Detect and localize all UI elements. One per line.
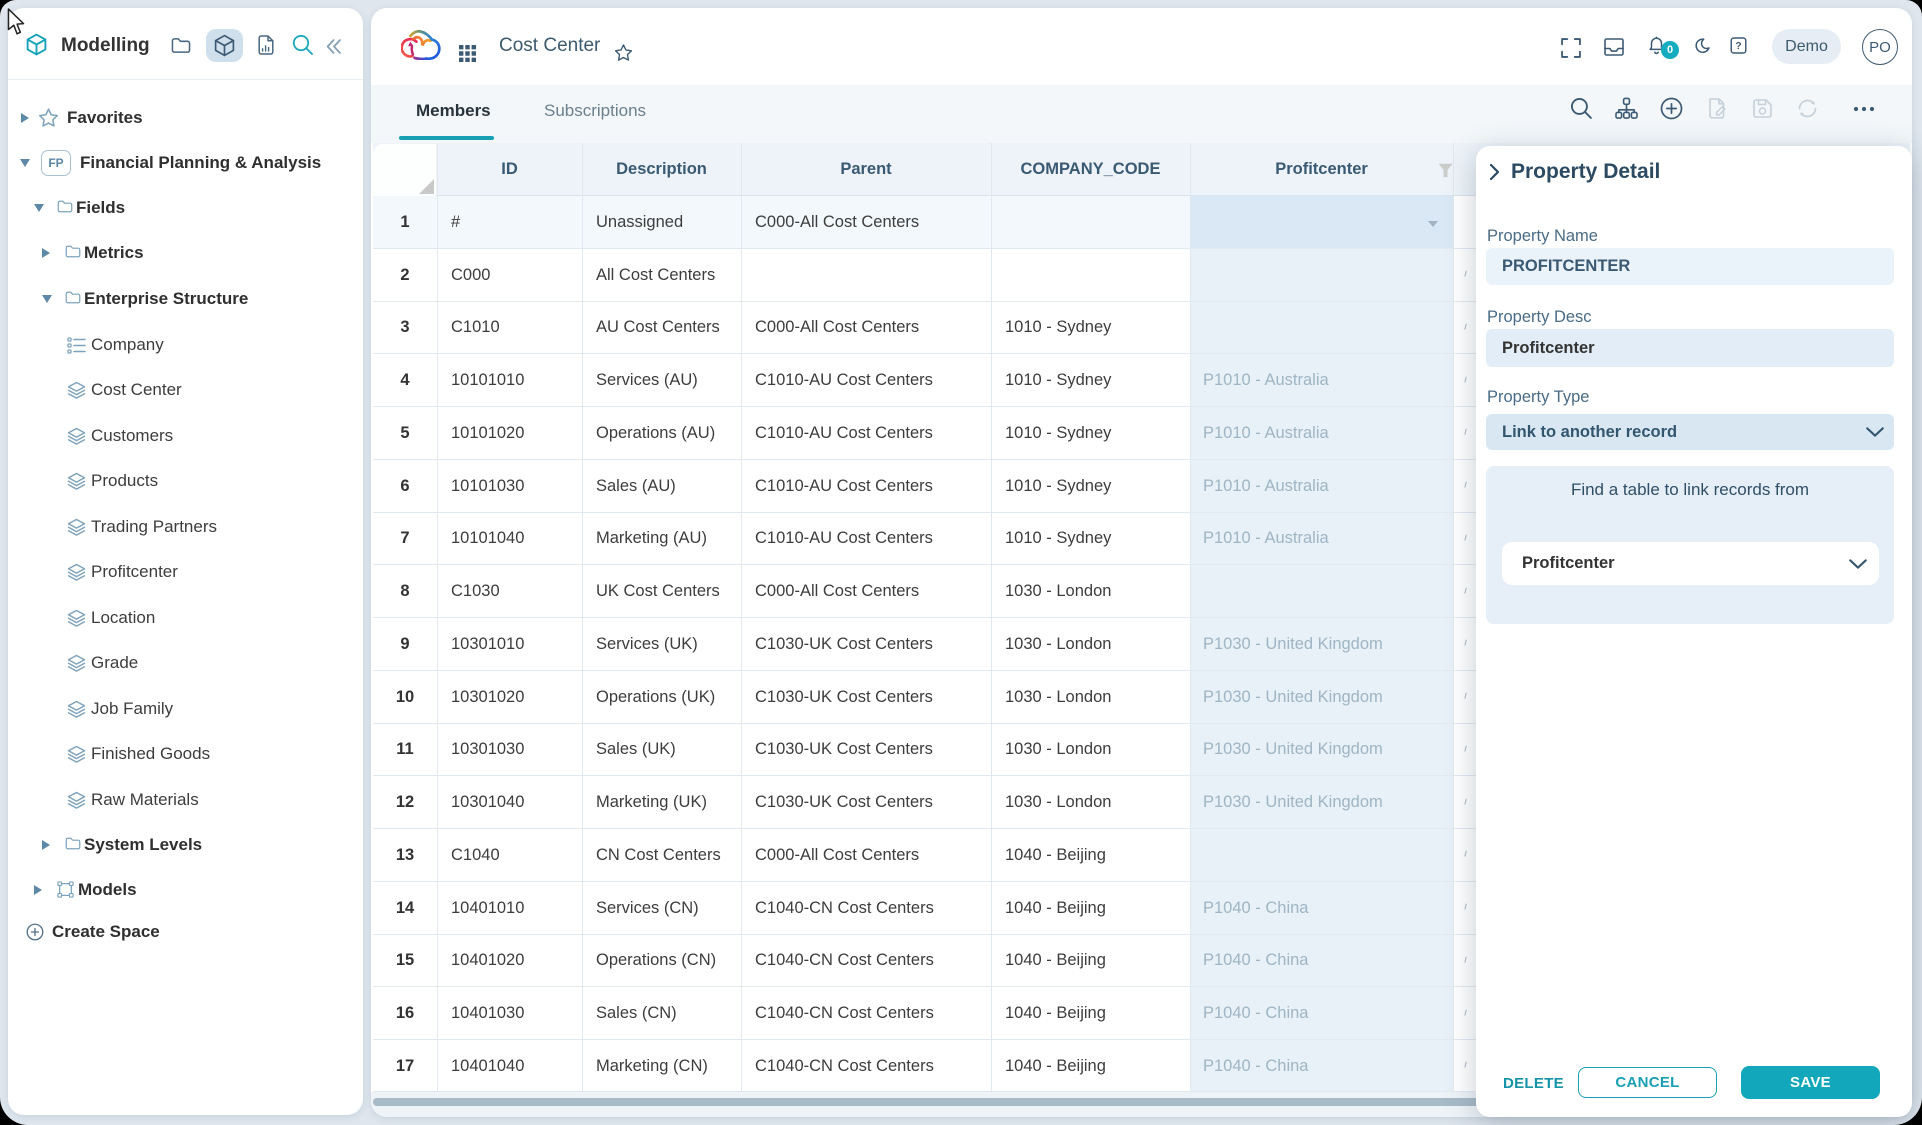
svg-text:?: ? (1735, 41, 1741, 52)
